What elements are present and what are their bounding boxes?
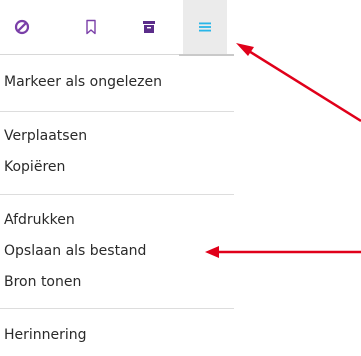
- archive-icon: [143, 21, 155, 33]
- message-toolbar: [0, 0, 232, 54]
- active-tab-underline: [179, 54, 234, 56]
- arrow-to-menu-button: [236, 43, 361, 123]
- menu-item-show-source[interactable]: Bron tonen: [4, 273, 81, 291]
- more-menu-button[interactable]: [183, 0, 227, 54]
- block-button[interactable]: [0, 0, 44, 54]
- archive-button[interactable]: [127, 0, 171, 54]
- menu-item-move[interactable]: Verplaatsen: [4, 127, 87, 145]
- bookmark-icon: [86, 19, 96, 35]
- menu-item-mark-unread[interactable]: Markeer als ongelezen: [4, 73, 162, 91]
- menu-divider: [0, 194, 234, 195]
- menu-item-print[interactable]: Afdrukken: [4, 211, 75, 229]
- menu-item-copy[interactable]: Kopiëren: [4, 158, 65, 176]
- menu-icon: [199, 22, 211, 32]
- arrow-to-save-as-file: [205, 246, 361, 258]
- menu-divider: [0, 111, 234, 112]
- menu-divider: [0, 308, 234, 309]
- bookmark-button[interactable]: [69, 0, 113, 54]
- menu-item-save-as-file[interactable]: Opslaan als bestand: [4, 242, 146, 260]
- menu-item-reminder[interactable]: Herinnering: [4, 326, 87, 344]
- app-window: Markeer als ongelezen Verplaatsen Kopiër…: [0, 0, 361, 356]
- block-icon: [14, 19, 30, 35]
